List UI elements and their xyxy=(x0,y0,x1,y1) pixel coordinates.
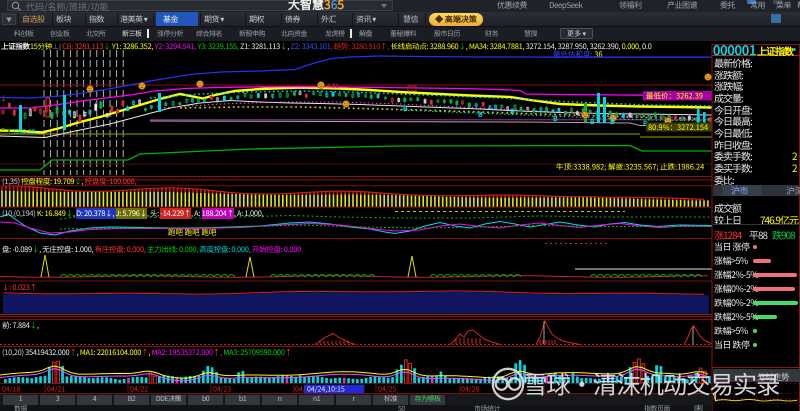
svg-text:雪球·清沫机动交易实录: 雪球·清沫机动交易实录 xyxy=(523,367,780,402)
